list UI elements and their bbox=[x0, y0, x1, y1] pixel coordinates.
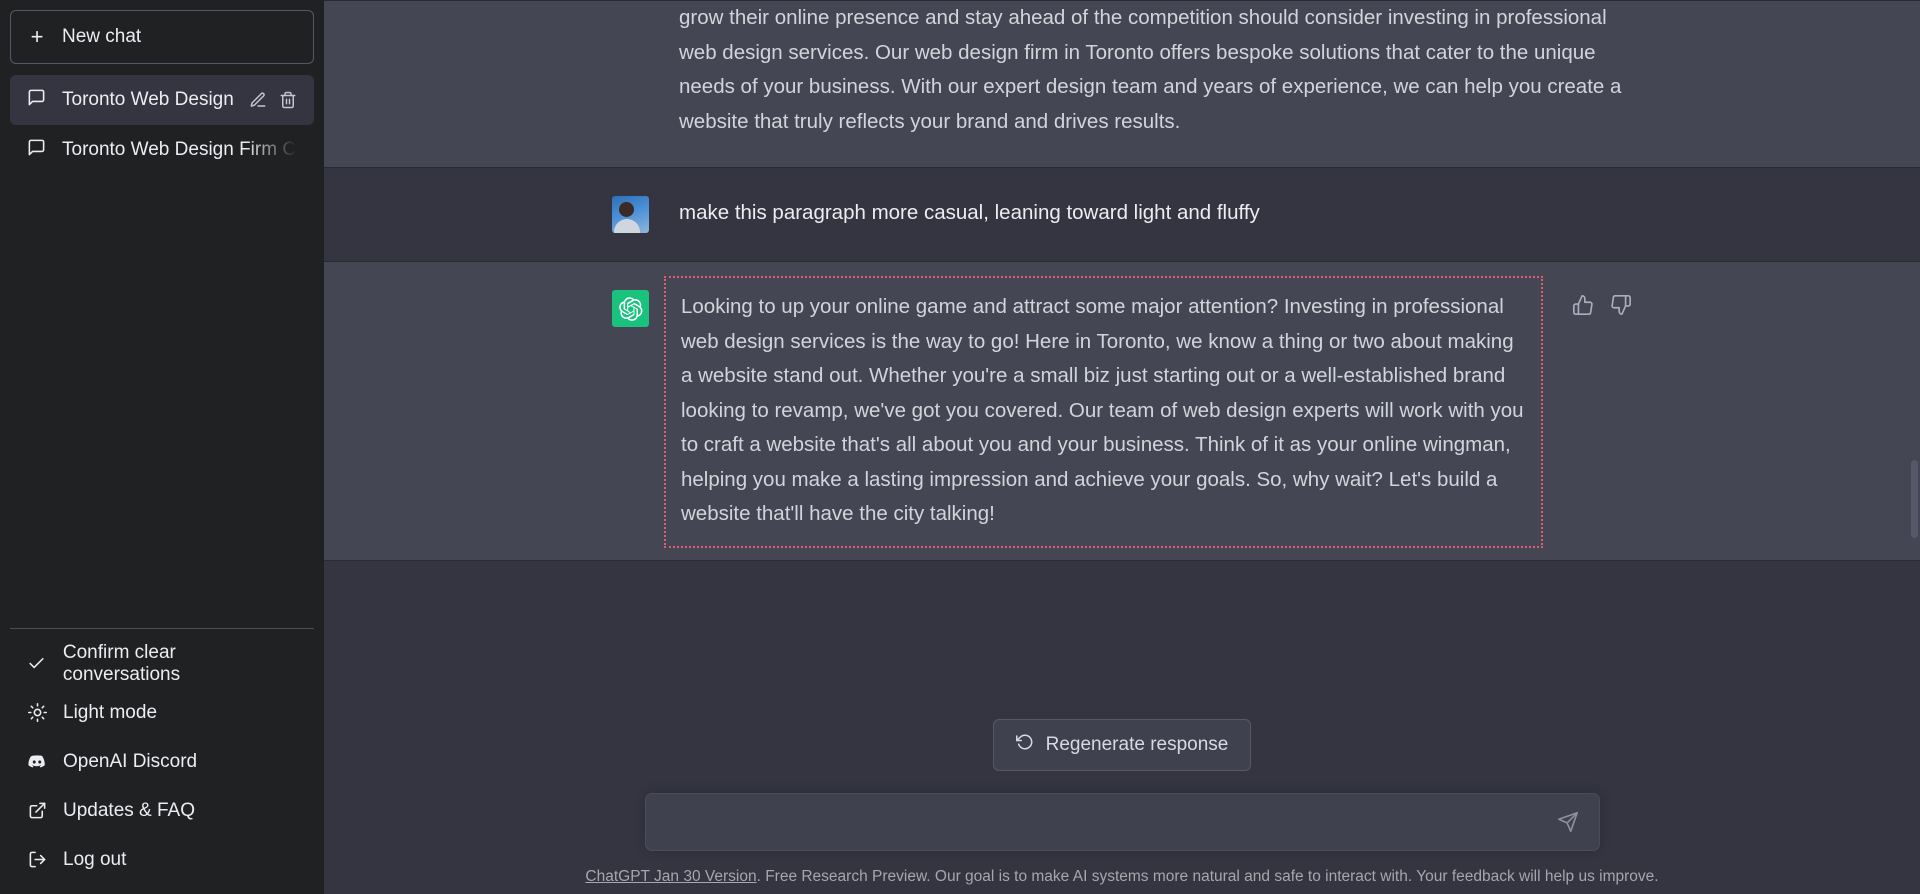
sidebar-item-light-mode[interactable]: Light mode bbox=[10, 688, 314, 737]
chat-input[interactable] bbox=[661, 811, 1553, 833]
message-assistant: Looking to up your online game and attra… bbox=[324, 261, 1920, 561]
message-thread: grow their online presence and stay ahea… bbox=[324, 0, 1920, 695]
scrollbar-thumb[interactable] bbox=[1911, 460, 1918, 538]
sidebar-item-label: Light mode bbox=[63, 701, 158, 723]
message-inner: Looking to up your online game and attra… bbox=[612, 262, 1632, 560]
avatar-openai bbox=[612, 290, 649, 327]
message-text: make this paragraph more casual, leaning… bbox=[679, 201, 1260, 224]
message-user: make this paragraph more casual, leaning… bbox=[324, 168, 1920, 261]
thumbs-up-icon[interactable] bbox=[1572, 294, 1594, 532]
delete-trash-icon[interactable] bbox=[279, 91, 297, 109]
sidebar-item-label: Confirm clear conversations bbox=[62, 641, 181, 685]
chat-bubble-icon bbox=[27, 138, 46, 163]
logout-icon bbox=[27, 850, 47, 869]
composer-box bbox=[644, 793, 1600, 851]
sidebar-item-confirm-clear-conversations[interactable]: Confirm clear conversations bbox=[10, 639, 314, 688]
conversation-title: Toronto Web Design Sl bbox=[62, 89, 233, 110]
sidebar-item-openai-discord[interactable]: OpenAI Discord bbox=[10, 737, 314, 786]
send-icon[interactable] bbox=[1553, 807, 1583, 837]
external-link-icon bbox=[27, 801, 47, 820]
new-chat-button[interactable]: + New chat bbox=[10, 10, 314, 64]
sidebar: + New chat Toronto Web Design Sl bbox=[0, 0, 324, 894]
conversation-list: Toronto Web Design Sl Toronto Web Design… bbox=[10, 75, 314, 175]
sidebar-item-updates-and-faq[interactable]: Updates & FAQ bbox=[10, 786, 314, 835]
regenerate-response-button[interactable]: Regenerate response bbox=[992, 719, 1252, 771]
highlighted-response: Looking to up your online game and attra… bbox=[664, 276, 1543, 548]
sidebar-item-label: OpenAI Discord bbox=[63, 750, 198, 772]
regenerate-row: Regenerate response bbox=[324, 695, 1920, 771]
edit-pencil-icon[interactable] bbox=[249, 91, 267, 109]
main-content: grow their online presence and stay ahea… bbox=[324, 0, 1920, 894]
message-text-container: Looking to up your online game and attra… bbox=[664, 276, 1543, 548]
composer-row bbox=[324, 771, 1920, 851]
sidebar-footer: Confirm clear conversations Light mode O… bbox=[10, 628, 314, 884]
sidebar-item-label: Log out bbox=[63, 848, 127, 870]
plus-icon: + bbox=[30, 24, 44, 49]
sidebar-item-log-out[interactable]: Log out bbox=[10, 835, 314, 884]
footer-disclaimer: ChatGPT Jan 30 Version. Free Research Pr… bbox=[324, 851, 1920, 886]
chat-bubble-icon bbox=[27, 88, 46, 113]
discord-icon bbox=[27, 752, 47, 772]
check-icon bbox=[27, 654, 47, 673]
sidebar-conversation-item-0[interactable]: Toronto Web Design Sl bbox=[10, 75, 314, 125]
regenerate-label: Regenerate response bbox=[1045, 734, 1229, 755]
conversation-actions bbox=[249, 91, 297, 109]
thumbs-down-icon[interactable] bbox=[1610, 294, 1632, 532]
refresh-icon bbox=[1015, 733, 1034, 757]
composer-area: Regenerate response ChatGPT Jan 30 Versi… bbox=[324, 695, 1920, 894]
chatgpt-app: + New chat Toronto Web Design Sl bbox=[0, 0, 1920, 894]
avatar-user bbox=[612, 196, 649, 233]
sidebar-item-label: Updates & FAQ bbox=[63, 799, 196, 821]
message-rating-actions bbox=[1572, 290, 1632, 532]
sidebar-conversation-item-1[interactable]: Toronto Web Design Firm CTA bbox=[10, 125, 314, 175]
message-text: grow their online presence and stay ahea… bbox=[679, 6, 1622, 133]
conversation-title: Toronto Web Design Firm CTA bbox=[62, 139, 297, 160]
message-inner: grow their online presence and stay ahea… bbox=[612, 1, 1632, 167]
disclaimer-text: . Free Research Preview. Our goal is to … bbox=[756, 868, 1659, 885]
sun-icon bbox=[27, 703, 47, 722]
version-link[interactable]: ChatGPT Jan 30 Version bbox=[585, 868, 756, 885]
message-assistant-partial: grow their online presence and stay ahea… bbox=[324, 0, 1920, 168]
new-chat-label: New chat bbox=[62, 26, 142, 47]
message-inner: make this paragraph more casual, leaning… bbox=[612, 168, 1632, 261]
